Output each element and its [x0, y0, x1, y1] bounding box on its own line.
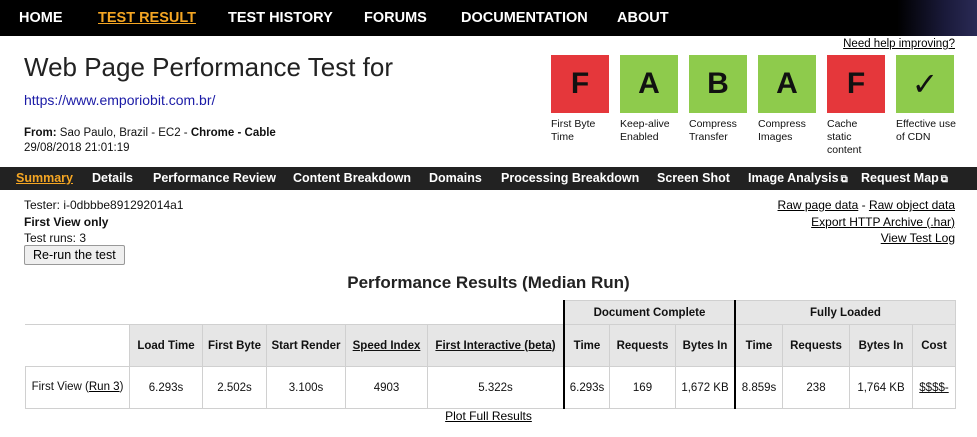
cell-load-time: 6.293s	[129, 366, 203, 409]
grade-label-compress-transfer: Compress Transfer	[689, 118, 737, 143]
grade-label-first-byte: First Byte Time	[551, 118, 596, 143]
nav-forums[interactable]: FORUMS	[364, 10, 427, 26]
results-table: Document Complete Fully Loaded Load Time…	[25, 300, 956, 409]
row-label-header	[25, 324, 130, 367]
cell-doc-time: 6.293s	[563, 366, 610, 409]
grade-compress-images[interactable]: A	[758, 55, 816, 113]
tab-content-breakdown[interactable]: Content Breakdown	[293, 171, 411, 185]
cell-doc-requests: 169	[609, 366, 676, 409]
view-test-log-link[interactable]: View Test Log	[778, 230, 955, 247]
grade-letter: F	[570, 67, 590, 100]
header-speed-index[interactable]: Speed Index	[345, 324, 428, 367]
top-nav: HOME TEST RESULT TEST HISTORY FORUMS DOC…	[0, 0, 977, 36]
grade-letter: F	[846, 67, 866, 100]
raw-page-data-link[interactable]: Raw page data	[778, 198, 859, 212]
export-har-link[interactable]: Export HTTP Archive (.har)	[778, 214, 955, 231]
cell-first-interactive: 5.322s	[427, 366, 565, 409]
cell-full-requests: 238	[782, 366, 850, 409]
grade-label-cache-static: Cache static content	[827, 118, 862, 156]
header-first-interactive[interactable]: First Interactive (beta)	[427, 324, 565, 367]
cell-cost-link[interactable]: $$$$-	[912, 366, 956, 409]
cell-speed-index: 4903	[345, 366, 428, 409]
test-browser: Chrome - Cable	[190, 127, 276, 139]
plot-full-results-link[interactable]: Plot Full Results	[445, 409, 532, 423]
header-cost: Cost	[912, 324, 956, 367]
tab-request-map[interactable]: Request Map ⧉	[861, 171, 948, 185]
table-row: First View (Run 3) 6.293s 2.502s 3.100s …	[25, 366, 956, 409]
cell-full-time: 8.859s	[734, 366, 783, 409]
grade-label-keep-alive: Keep-alive Enabled	[620, 118, 670, 143]
grade-letter: B	[707, 67, 729, 100]
nav-accent	[897, 0, 977, 36]
tab-performance-review[interactable]: Performance Review	[153, 171, 276, 185]
tab-request-map-label: Request Map	[861, 171, 939, 185]
grade-cache-static[interactable]: F	[827, 55, 885, 113]
nav-documentation[interactable]: DOCUMENTATION	[461, 10, 588, 26]
grade-letter: A	[776, 67, 798, 100]
from-label: From:	[24, 127, 57, 139]
header-full-requests: Requests	[782, 324, 850, 367]
header-first-byte: First Byte	[202, 324, 267, 367]
data-links: Raw page data - Raw object data Export H…	[778, 197, 955, 247]
tested-url-link[interactable]: https://www.emporiobit.com.br/	[24, 92, 215, 108]
nav-home[interactable]: HOME	[19, 10, 63, 26]
row-label-end: )	[119, 381, 124, 393]
nav-about[interactable]: ABOUT	[617, 10, 669, 26]
cell-first-byte: 2.502s	[202, 366, 267, 409]
grade-compress-transfer[interactable]: B	[689, 55, 747, 113]
tab-processing-breakdown[interactable]: Processing Breakdown	[501, 171, 639, 185]
header-full-time: Time	[734, 324, 783, 367]
header-start-render: Start Render	[266, 324, 346, 367]
checkmark-icon: ✓	[911, 66, 939, 102]
need-help-link[interactable]: Need help improving?	[843, 38, 955, 50]
run-3-link[interactable]: Run 3	[89, 381, 120, 393]
raw-data-links: Raw page data - Raw object data	[778, 197, 955, 214]
table-corner	[25, 300, 565, 325]
cell-doc-bytes: 1,672 KB	[675, 366, 736, 409]
group-document-complete: Document Complete	[563, 300, 736, 325]
cell-full-bytes: 1,764 KB	[849, 366, 913, 409]
row-label-text: First View (	[31, 381, 89, 393]
link-separator: -	[858, 198, 869, 212]
external-link-icon: ⧉	[940, 174, 948, 185]
tab-image-analysis[interactable]: Image Analysis ⧉	[748, 171, 848, 185]
sub-nav: Summary Details Performance Review Conte…	[0, 167, 977, 190]
grade-first-byte[interactable]: F	[551, 55, 609, 113]
row-label: First View (Run 3)	[25, 366, 130, 409]
test-info: From: Sao Paulo, Brazil - EC2 - Chrome -…	[24, 126, 276, 156]
cell-start-render: 3.100s	[266, 366, 346, 409]
tab-details[interactable]: Details	[92, 171, 133, 185]
tab-image-analysis-label: Image Analysis	[748, 171, 839, 185]
external-link-icon: ⧉	[840, 174, 848, 185]
header-doc-time: Time	[563, 324, 610, 367]
grade-label-cdn: Effective use of CDN	[896, 118, 956, 143]
tester-id: Tester: i-0dbbbe891292014a1	[24, 198, 184, 212]
header-doc-requests: Requests	[609, 324, 676, 367]
header-doc-bytes: Bytes In	[675, 324, 736, 367]
nav-test-result[interactable]: TEST RESULT	[98, 10, 196, 26]
results-title: Performance Results (Median Run)	[347, 273, 630, 292]
grade-letter: A	[638, 67, 660, 100]
grade-cdn[interactable]: ✓	[896, 55, 954, 113]
test-meta: Tester: i-0dbbbe891292014a1 First View o…	[24, 197, 183, 247]
grade-label-compress-images: Compress Images	[758, 118, 806, 143]
first-view-only: First View only	[24, 214, 109, 229]
header-full-bytes: Bytes In	[849, 324, 913, 367]
rerun-test-button[interactable]: Re-run the test	[24, 245, 125, 265]
grade-keep-alive[interactable]: A	[620, 55, 678, 113]
page-title: Web Page Performance Test for	[24, 52, 394, 82]
raw-object-data-link[interactable]: Raw object data	[869, 198, 955, 212]
group-fully-loaded: Fully Loaded	[734, 300, 956, 325]
nav-test-history[interactable]: TEST HISTORY	[228, 10, 333, 26]
header-load-time: Load Time	[129, 324, 203, 367]
tab-screen-shot[interactable]: Screen Shot	[657, 171, 730, 185]
tab-summary[interactable]: Summary	[16, 171, 73, 185]
test-datetime: 29/08/2018 21:01:19	[24, 142, 130, 154]
test-location: Sao Paulo, Brazil - EC2 -	[59, 127, 188, 139]
tab-domains[interactable]: Domains	[429, 171, 482, 185]
plot-full-results: Plot Full Results	[0, 409, 977, 423]
